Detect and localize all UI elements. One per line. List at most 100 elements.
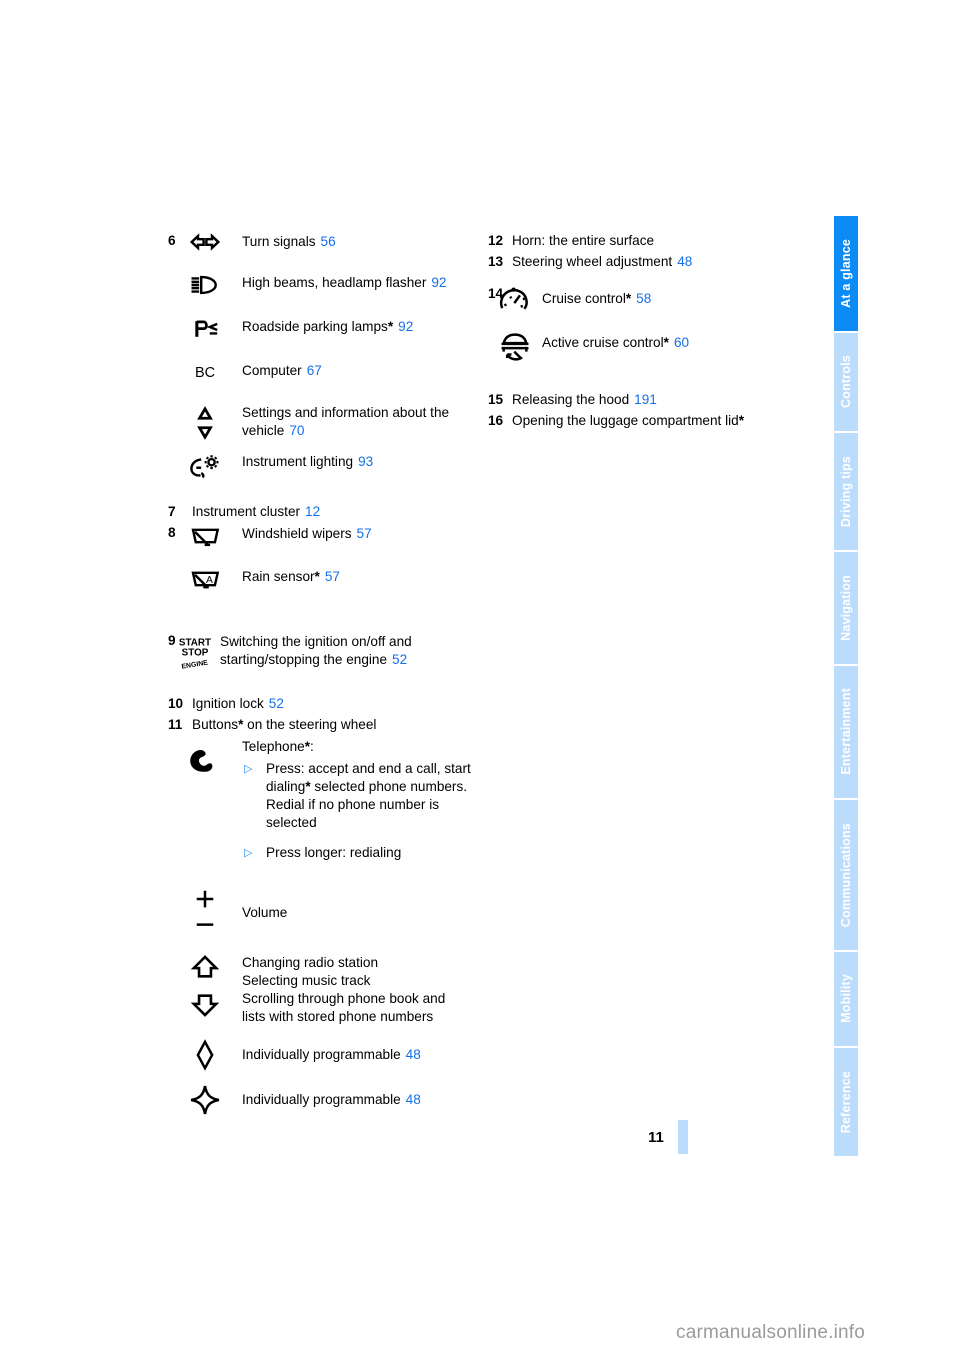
entry-label: Turn signals 56	[242, 234, 336, 249]
tab-reference[interactable]: Reference	[834, 1048, 858, 1156]
page-number-block: 11	[648, 1120, 688, 1154]
item-number: 8	[168, 525, 176, 540]
tab-label: Controls	[838, 355, 853, 409]
legend-item-15: 15 Releasing the hood 191	[488, 391, 818, 409]
entry-label: Windshield wipers 57	[242, 526, 372, 541]
tab-driving-tips[interactable]: Driving tips	[834, 433, 858, 550]
legend-item-7: 7 Instrument cluster 12	[168, 503, 480, 521]
entry-label: Horn: the entire surface	[512, 233, 655, 248]
entry-telephone: Telephone*: ▷ Press: accept and end a ca…	[168, 737, 480, 862]
svg-text:BC: BC	[195, 365, 215, 381]
arrow-up-down-icons	[168, 953, 242, 1018]
item-number: 14	[488, 286, 504, 301]
entry-computer: BC Computer 67	[168, 361, 480, 382]
telephone-label: Telephone*:	[242, 739, 314, 754]
entry-label: Switching the ignition on/off and starti…	[220, 634, 412, 667]
option-star: *	[738, 413, 745, 428]
windshield-wiper-icon	[168, 524, 242, 549]
item-number: 10	[168, 696, 184, 711]
page-ref[interactable]: 191	[634, 392, 657, 407]
legend-item-8: 8 Windshield wipers 57 A Rain sensor* 57	[168, 524, 480, 600]
tab-label: Mobility	[838, 974, 853, 1024]
legend-item-6: 6 Turn signals 56 High beams, headlamp f…	[168, 232, 480, 479]
svg-text:ENGINE: ENGINE	[181, 660, 209, 671]
radio-line-2: Selecting music track	[242, 973, 371, 988]
page-ref[interactable]: 70	[289, 423, 304, 438]
entry-active-cruise-control: Active cruise control* 60	[488, 328, 818, 363]
tab-controls[interactable]: Controls	[834, 332, 858, 432]
watermark: carmanualsonline.info	[676, 1322, 866, 1343]
page-ref[interactable]: 48	[677, 254, 692, 269]
page-ref[interactable]: 58	[636, 291, 651, 306]
entry-label: Roadside parking lamps* 92	[242, 319, 414, 334]
entry-cruise-control: Cruise control* 58	[488, 285, 818, 316]
instrument-lighting-icon	[168, 452, 242, 479]
entry-turn-signals: Turn signals 56	[168, 232, 480, 251]
entry-start-stop-engine: START STOP ENGINE Switching the ignition…	[168, 632, 480, 671]
page-ref[interactable]: 92	[398, 319, 413, 334]
section-tab-rail: At a glance Controls Driving tips Naviga…	[834, 216, 858, 1156]
radio-line-1: Changing radio station	[242, 955, 379, 970]
tab-mobility[interactable]: Mobility	[834, 951, 858, 1047]
plus-minus-volume-icon	[168, 884, 242, 939]
tab-entertainment[interactable]: Entertainment	[834, 665, 858, 798]
page-ref[interactable]: 48	[406, 1047, 421, 1062]
entry-label: Volume	[242, 905, 288, 920]
manual-page: At a glance Controls Driving tips Naviga…	[0, 0, 960, 1358]
legend-item-11: 11 Buttons* on the steering wheel	[168, 716, 480, 734]
tab-label: At a glance	[838, 238, 853, 308]
diamond-icon	[168, 1038, 242, 1071]
page-ref[interactable]: 67	[307, 363, 322, 378]
entry-programmable-diamond: Individually programmable 48	[168, 1038, 480, 1071]
page-ref[interactable]: 92	[431, 275, 446, 290]
entry-rain-sensor: A Rain sensor* 57	[168, 567, 480, 592]
rain-sensor-icon: A	[168, 567, 242, 592]
telephone-bullet-press: ▷ Press: accept and end a call, start di…	[242, 760, 480, 832]
active-cruise-control-icon	[488, 328, 542, 363]
turn-signals-icon	[168, 232, 242, 251]
svg-text:START: START	[179, 637, 211, 648]
telephone-details: Telephone*: ▷ Press: accept and end a ca…	[242, 737, 480, 862]
entry-label: Individually programmable 48	[242, 1092, 421, 1107]
entry-label: Computer 67	[242, 363, 322, 378]
page-ref[interactable]: 60	[674, 335, 689, 350]
entry-high-beams: High beams, headlamp flasher 92	[168, 273, 480, 296]
item-number: 9	[168, 633, 176, 648]
entry-label: Instrument lighting 93	[242, 454, 374, 469]
radio-arrow-labels: Changing radio station Selecting music t…	[242, 953, 480, 1026]
entry-volume: Volume	[168, 884, 480, 939]
item-number: 15	[488, 392, 504, 407]
legend-item-16: 16 Opening the luggage compartment lid*	[488, 412, 818, 430]
item-number: 11	[168, 717, 183, 732]
radio-line-3: Scrolling through phone book and	[242, 991, 446, 1006]
triangle-bullet-icon: ▷	[244, 847, 253, 859]
page-ref[interactable]: 52	[392, 652, 407, 667]
page-ref[interactable]: 57	[325, 569, 340, 584]
page-content: 6 Turn signals 56 High beams, headlamp f…	[0, 0, 834, 1358]
star-four-point-icon	[168, 1083, 242, 1116]
item-number: 7	[168, 504, 176, 519]
page-ref[interactable]: 52	[269, 696, 284, 711]
up-down-triangles-icon	[168, 403, 242, 442]
page-ref[interactable]: 56	[321, 234, 336, 249]
tab-label: Entertainment	[838, 688, 853, 775]
arrow-down-outline-icon	[190, 992, 220, 1018]
page-ref[interactable]: 93	[358, 454, 373, 469]
tab-communications[interactable]: Communications	[834, 799, 858, 950]
entry-label: Steering wheel adjustment 48	[512, 254, 693, 269]
page-ref[interactable]: 57	[357, 526, 372, 541]
page-ref[interactable]: 48	[406, 1092, 421, 1107]
entry-roadside-parking-lamps: Roadside parking lamps* 92	[168, 317, 480, 340]
entry-radio-arrows: Changing radio station Selecting music t…	[168, 953, 480, 1026]
tab-navigation[interactable]: Navigation	[834, 551, 858, 664]
entry-label: Ignition lock 52	[192, 696, 284, 711]
item-number: 13	[488, 254, 504, 269]
legend-item-9: 9 START STOP ENGINE Switching the igniti…	[168, 632, 480, 671]
entry-label: Settings and information about the vehic…	[242, 405, 450, 438]
tab-label: Communications	[838, 822, 853, 927]
tab-at-a-glance[interactable]: At a glance	[834, 216, 858, 331]
triangle-bullet-icon: ▷	[244, 763, 253, 775]
page-ref[interactable]: 12	[305, 504, 320, 519]
entry-label: Releasing the hood 191	[512, 392, 657, 407]
right-column: 12 Horn: the entire surface 13 Steering …	[488, 232, 818, 433]
